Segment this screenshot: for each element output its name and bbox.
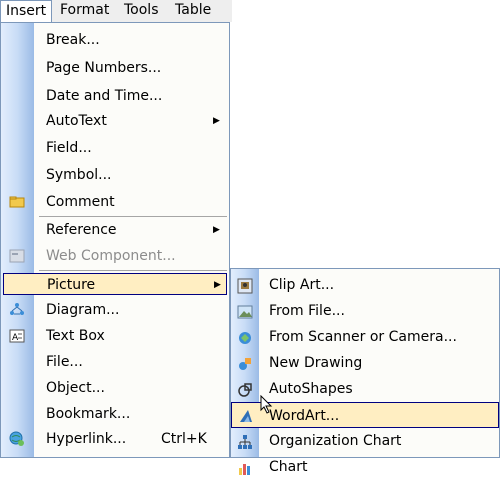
menu-item-text-box[interactable]: A Text Box xyxy=(1,325,229,347)
menu-item-comment[interactable]: Comment xyxy=(1,191,229,213)
menu-item-bookmark[interactable]: Bookmark... xyxy=(1,403,229,425)
menu-item-file[interactable]: File... xyxy=(1,351,229,373)
hyperlink-icon xyxy=(9,431,25,447)
submenu-arrow-icon: ▶ xyxy=(214,280,221,290)
menu-item-web-component: Web Component... xyxy=(1,245,229,267)
submenu-item-clip-art[interactable]: Clip Art... xyxy=(231,272,499,298)
picture-submenu: Clip Art... From File... From Scanner or… xyxy=(230,268,500,475)
comment-icon xyxy=(9,194,25,210)
menu-item-reference[interactable]: Reference ▶ xyxy=(1,219,229,241)
menu-item-object[interactable]: Object... xyxy=(1,377,229,399)
scanner-camera-icon xyxy=(237,329,253,345)
wordart-icon xyxy=(238,407,254,423)
svg-text:A: A xyxy=(12,333,19,343)
diagram-icon xyxy=(9,302,25,318)
menu-bar: Insert Format Tools Table xyxy=(0,0,232,23)
submenu-arrow-icon: ▶ xyxy=(213,225,220,235)
menu-item-date-and-time[interactable]: Date and Time... xyxy=(1,85,229,107)
submenu-item-from-scanner[interactable]: From Scanner or Camera... xyxy=(231,324,499,350)
submenu-item-from-file[interactable]: From File... xyxy=(231,298,499,324)
submenu-item-new-drawing[interactable]: New Drawing xyxy=(231,350,499,376)
new-drawing-icon xyxy=(237,355,253,371)
menu-item-picture[interactable]: Picture ▶ xyxy=(3,273,227,295)
clip-art-icon xyxy=(237,277,253,294)
menu-item-diagram[interactable]: Diagram... xyxy=(1,299,229,321)
chart-icon xyxy=(237,459,253,475)
menu-format[interactable]: Format xyxy=(55,0,114,21)
menu-item-page-numbers[interactable]: Page Numbers... xyxy=(1,57,229,79)
menu-item-autotext[interactable]: AutoText ▶ xyxy=(1,110,229,132)
picture-file-icon xyxy=(237,303,253,319)
mouse-cursor-icon xyxy=(260,394,274,415)
menu-item-field[interactable]: Field... xyxy=(1,137,229,159)
menu-item-symbol[interactable]: Symbol... xyxy=(1,164,229,186)
menu-item-break[interactable]: Break... xyxy=(1,29,229,51)
autoshapes-icon xyxy=(237,381,253,397)
web-component-icon xyxy=(9,248,25,264)
menu-insert[interactable]: Insert xyxy=(0,0,53,22)
menu-separator xyxy=(39,216,227,217)
menu-item-hyperlink[interactable]: Hyperlink... Ctrl+K xyxy=(1,428,229,450)
menu-tools[interactable]: Tools xyxy=(119,0,164,21)
submenu-item-organization-chart[interactable]: Organization Chart xyxy=(231,428,499,454)
submenu-item-chart[interactable]: Chart xyxy=(231,454,499,475)
submenu-arrow-icon: ▶ xyxy=(213,116,220,126)
text-box-icon: A xyxy=(9,328,25,344)
organization-chart-icon xyxy=(237,433,253,449)
insert-menu: Break... Page Numbers... Date and Time..… xyxy=(0,22,230,458)
menu-table[interactable]: Table xyxy=(170,0,215,21)
menu-separator xyxy=(39,270,227,271)
